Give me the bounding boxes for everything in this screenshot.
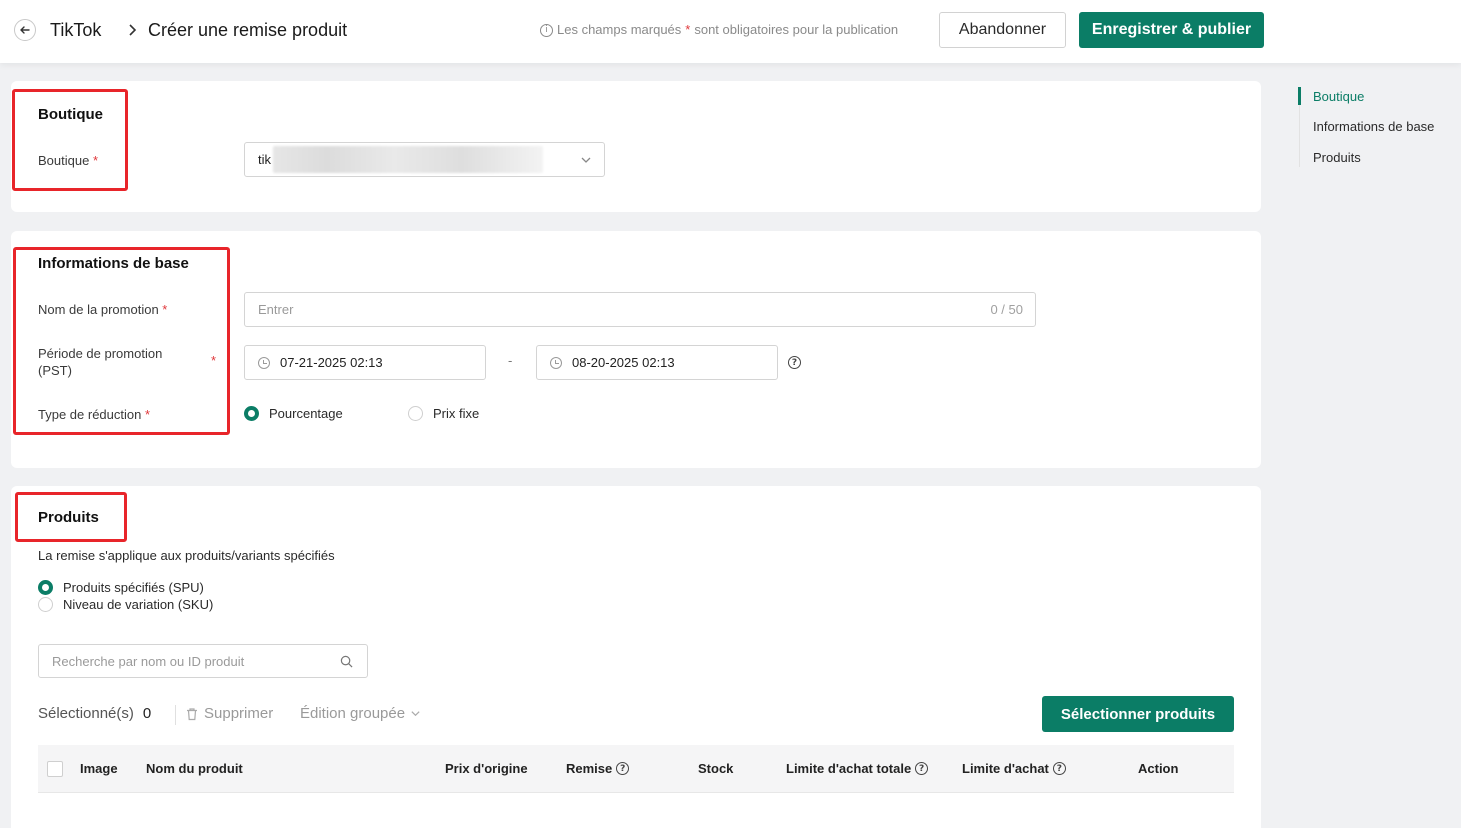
divider [175,705,176,725]
page-title: Créer une remise produit [148,20,348,40]
back-button[interactable] [14,19,36,41]
help-icon[interactable]: ? [616,762,630,775]
trash-icon [187,707,197,720]
chevron-down-icon [581,157,591,163]
save-publish-button[interactable]: Enregistrer & publier [1079,12,1264,48]
promotion-name-input[interactable]: Entrer 0 / 50 [244,292,1036,327]
boutique-label: Boutique * [38,153,99,168]
redacted-shop-name [273,146,543,173]
product-search-input[interactable]: Recherche par nom ou ID produit [38,644,368,678]
col-original-price: Prix d'origine [445,761,528,776]
col-stock: Stock [698,761,734,776]
discount-type-label: Type de réduction * [38,407,151,422]
section-title-products: Produits [38,509,99,526]
help-icon[interactable]: ? [1052,762,1066,775]
chevron-down-icon [411,711,420,717]
clock-icon [550,357,562,369]
radio-percentage[interactable]: Pourcentage [244,406,343,421]
period-end-input[interactable]: 08-20-2025 02:13 [536,345,778,380]
anchor-item-boutique[interactable]: Boutique [1313,89,1364,104]
promotion-name-label: Nom de la promotion * [38,302,168,317]
col-action: Action [1138,761,1179,776]
base-info-section: Informations de base Nom de la promotion… [11,231,1261,468]
products-section: Produits La remise s'applique aux produi… [11,486,1261,828]
bulk-edit-dropdown[interactable]: Édition groupée [300,705,421,722]
anchor-active-indicator [1298,87,1301,105]
products-table-header: Image Nom du produit Prix d'origine Remi… [38,745,1234,793]
clock-icon [258,357,270,369]
radio-spu[interactable]: Produits spécifiés (SPU) [38,580,204,595]
radio-fixed-price[interactable]: Prix fixe [408,406,479,421]
selected-count: Sélectionné(s) 0 [38,705,152,722]
section-title-base-info: Informations de base [38,255,189,272]
col-total-purchase-limit: Limite d'achat totale? [786,761,929,776]
radio-sku[interactable]: Niveau de variation (SKU) [38,597,213,612]
col-discount: Remise? [566,761,630,776]
highlight-box [12,89,128,191]
boutique-section: Boutique Boutique * tik [11,81,1261,212]
promotion-period-label: Période de promotion (PST) [38,346,163,378]
section-title-boutique: Boutique [38,106,103,123]
help-icon[interactable]: ? [788,356,801,369]
abandon-button[interactable]: Abandonner [939,12,1066,48]
period-start-input[interactable]: 07-21-2025 02:13 [244,345,486,380]
chevron-right-icon [128,19,142,41]
products-description: La remise s'applique aux produits/varian… [38,548,335,563]
info-icon: i [540,23,553,37]
select-all-checkbox[interactable] [47,761,63,777]
arrow-left-icon [20,26,30,34]
col-product-name: Nom du produit [146,761,243,776]
anchor-item-base-info[interactable]: Informations de base [1313,119,1434,134]
anchor-item-products[interactable]: Produits [1313,150,1361,165]
breadcrumb-root[interactable]: TikTok [50,18,101,42]
required-notice: i Les champs marqués * sont obligatoires… [540,21,898,39]
select-products-button[interactable]: Sélectionner produits [1042,696,1234,732]
search-icon [340,655,353,668]
top-header: TikTok Créer une remise produit i Les ch… [0,0,1461,63]
help-icon[interactable]: ? [915,762,929,775]
col-image: Image [80,761,118,776]
boutique-select[interactable]: tik [244,142,605,177]
delete-button[interactable]: Supprimer [185,705,273,722]
char-counter: 0 / 50 [990,302,1023,317]
col-purchase-limit: Limite d'achat? [962,761,1066,776]
